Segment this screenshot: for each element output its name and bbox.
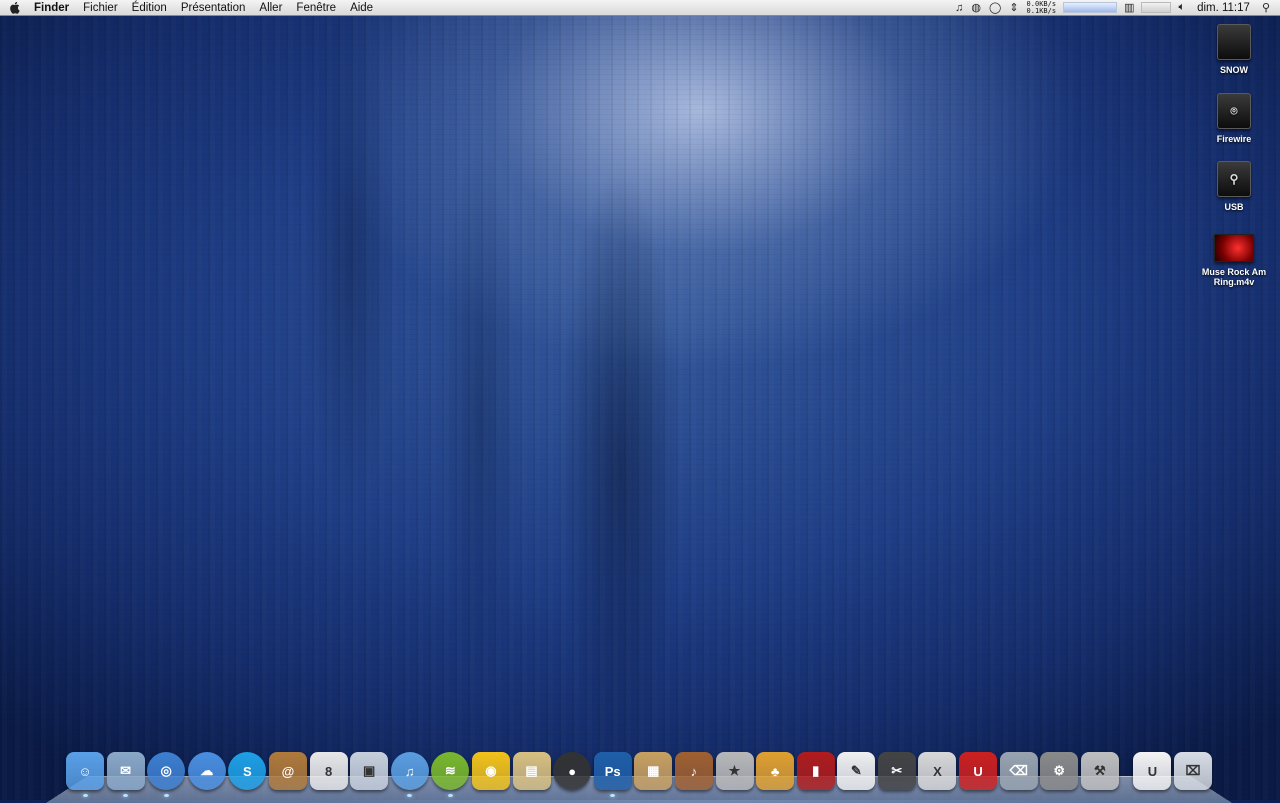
- menu-fichier[interactable]: Fichier: [76, 0, 125, 16]
- music-note-icon[interactable]: ♫: [955, 2, 963, 14]
- dock-item-nzb-document[interactable]: U: [1133, 752, 1172, 790]
- firewire-drive-icon: ⌾: [1217, 93, 1251, 129]
- dock-item-address-book[interactable]: @: [268, 752, 307, 790]
- desktop-icon-snow[interactable]: SNOW: [1196, 24, 1272, 75]
- cpu-graph-icon[interactable]: ▥: [1124, 1, 1134, 14]
- skype-icon: S: [243, 763, 252, 779]
- dock-item-imovie[interactable]: ★: [715, 752, 754, 790]
- menu-finder[interactable]: Finder: [30, 0, 76, 16]
- dock-item-garageband[interactable]: ♪: [674, 752, 713, 790]
- trash-app-icon: ⌫: [1009, 763, 1028, 778]
- system-preferences-icon: ⚙: [1053, 763, 1066, 778]
- desktop-wallpaper: [0, 0, 1280, 800]
- dock-item-itunes[interactable]: ♫: [390, 752, 429, 797]
- desktop-icon-movie-file[interactable]: Muse Rock Am Ring.m4v: [1196, 234, 1272, 287]
- updown-arrows-icon[interactable]: ⇕: [1009, 1, 1018, 14]
- dock: ☺ ✉ ◎ ☁ S @8 ▣ ♫ ≋ ◉ ▤ ● Ps ▦ ♪ ★ ♣ ▮ ✎ ✂ X U ⌫ ⚙ ⚒ U ⌧: [66, 746, 1222, 797]
- dock-item-mail[interactable]: ✉: [106, 752, 145, 797]
- dock-item-adium[interactable]: ♣: [756, 752, 795, 790]
- apple-menu[interactable]: [0, 0, 30, 16]
- menu-presentation[interactable]: Présentation: [174, 0, 253, 16]
- volume-icon[interactable]: 🔈︎: [1178, 1, 1185, 14]
- dock-item-iphoto[interactable]: ▤: [512, 752, 551, 790]
- dock-item-trash-app[interactable]: ⌫: [999, 752, 1038, 790]
- dock-item-preview[interactable]: ▣: [350, 752, 389, 790]
- dock-separator: [1121, 752, 1133, 790]
- desktop-icon-usb[interactable]: ⚲ USB: [1196, 161, 1272, 212]
- ical-icon: 8: [324, 763, 333, 779]
- desktop-icon-label: SNOW: [1220, 65, 1248, 75]
- dock-item-ichat[interactable]: ☁: [187, 752, 226, 790]
- safari-icon: ◎: [160, 763, 172, 778]
- imovie-icon: ★: [728, 763, 741, 778]
- dock-item-ical[interactable]: 8: [309, 752, 348, 790]
- cyberduck-icon: ◉: [485, 763, 497, 778]
- menu-aide[interactable]: Aide: [343, 0, 380, 16]
- dock-item-photoshop[interactable]: Ps: [593, 752, 632, 797]
- utility-icon: ⚒: [1094, 763, 1106, 778]
- ichat-icon: ☁: [200, 763, 214, 778]
- trash-icon: ⌧: [1185, 763, 1201, 778]
- mail-icon: ✉: [120, 763, 132, 778]
- dock-item-safari[interactable]: ◎: [147, 752, 186, 797]
- dock-item-cyberduck[interactable]: ◉: [471, 752, 510, 790]
- cpu-meter[interactable]: [1141, 2, 1172, 13]
- globe-icon[interactable]: ◍: [971, 1, 981, 14]
- desktop-icon-label: USB: [1224, 202, 1244, 212]
- final-cut-icon: ✂: [891, 763, 903, 778]
- preview-icon: ▣: [363, 763, 376, 778]
- dock-item-trash[interactable]: ⌧: [1174, 752, 1213, 790]
- apple-icon: [9, 1, 20, 14]
- speech-bubble-icon[interactable]: ◯: [989, 1, 1001, 14]
- dock-item-front-row[interactable]: ▮: [796, 752, 835, 790]
- address-book-icon: @: [281, 763, 295, 779]
- net-download-speed: 0.1KB/s: [1026, 6, 1057, 15]
- dock-item-spotify[interactable]: ≋: [431, 752, 470, 797]
- dock-item-textedit[interactable]: ✎: [837, 752, 876, 790]
- spotify-icon: ≋: [444, 763, 456, 778]
- dock-item-image-viewer[interactable]: ▦: [634, 752, 673, 790]
- x11-icon: X: [933, 763, 942, 779]
- dock-item-skype[interactable]: S: [228, 752, 267, 790]
- dock-item-x11[interactable]: X: [918, 752, 957, 790]
- dock-item-photo-booth[interactable]: ●: [553, 752, 592, 790]
- spotlight-search-icon[interactable]: ⚲: [1262, 1, 1270, 14]
- menu-aller[interactable]: Aller: [252, 0, 289, 16]
- iphoto-icon: ▤: [525, 763, 538, 778]
- status-menus: ♫ ◍ ◯ ⇕ 0.0KB/s 0.1KB/s ▥ 🔈︎ dim. 11:17 …: [951, 0, 1280, 16]
- menubar-clock[interactable]: dim. 11:17: [1197, 2, 1250, 14]
- dock-item-system-preferences[interactable]: ⚙: [1040, 752, 1079, 790]
- desktop-icon-label: Firewire: [1216, 134, 1252, 144]
- photo-booth-icon: ●: [568, 763, 577, 779]
- adium-icon: ♣: [770, 763, 780, 779]
- network-activity-meter[interactable]: [1063, 2, 1118, 13]
- running-indicator: [82, 794, 88, 797]
- menu-edition[interactable]: Édition: [125, 0, 174, 16]
- running-indicator: [163, 794, 169, 797]
- dock-item-magnet[interactable]: U: [959, 752, 998, 790]
- desktop-icon-firewire[interactable]: ⌾ Firewire: [1196, 93, 1272, 144]
- dock-item-final-cut[interactable]: ✂: [877, 752, 916, 790]
- photoshop-icon: Ps: [604, 763, 621, 779]
- menu-bar: Finder Fichier Édition Présentation Alle…: [0, 0, 1280, 16]
- network-speed-monitor[interactable]: 0.0KB/s 0.1KB/s: [1026, 0, 1057, 15]
- image-viewer-icon: ▦: [647, 763, 660, 778]
- front-row-icon: ▮: [812, 763, 820, 778]
- running-indicator: [447, 794, 453, 797]
- textedit-icon: ✎: [850, 763, 862, 778]
- garageband-icon: ♪: [690, 763, 698, 779]
- dock-item-utility[interactable]: ⚒: [1080, 752, 1119, 790]
- dock-item-finder[interactable]: ☺: [66, 752, 104, 797]
- finder-icon: ☺: [78, 763, 92, 779]
- usb-drive-icon: ⚲: [1217, 161, 1251, 197]
- desktop-icon-label: Muse Rock Am Ring.m4v: [1201, 267, 1267, 287]
- menu-fenetre[interactable]: Fenêtre: [289, 0, 343, 16]
- itunes-icon: ♫: [404, 763, 415, 779]
- magnet-icon: U: [973, 763, 983, 779]
- movie-file-icon: [1214, 234, 1254, 262]
- hard-drive-icon: [1217, 24, 1251, 60]
- nzb-document-icon: U: [1147, 763, 1158, 779]
